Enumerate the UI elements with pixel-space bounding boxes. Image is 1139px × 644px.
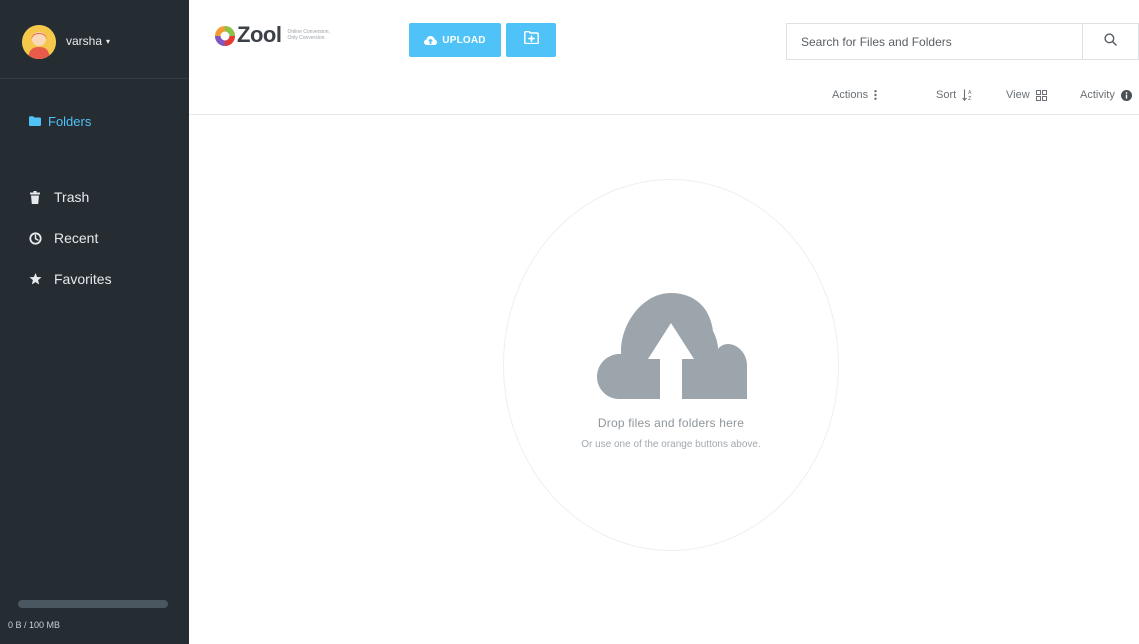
caret-down-icon: ▾ (106, 37, 111, 46)
actions-button[interactable]: Actions (832, 89, 877, 101)
activity-button[interactable]: Activity (1080, 89, 1132, 101)
sort-button[interactable]: Sort AZ (936, 89, 973, 101)
info-icon (1120, 89, 1132, 101)
avatar[interactable] (22, 25, 56, 59)
logo-brand: Zool (237, 22, 282, 47)
sort-label: Sort (936, 89, 957, 101)
actions-label: Actions (832, 89, 869, 101)
user-menu[interactable]: varsha ▾ (0, 0, 189, 79)
svg-text:Z: Z (968, 96, 972, 101)
logo[interactable]: Zool Online Conversion, Only Conversion. (214, 23, 337, 51)
grid-view-icon (1035, 89, 1047, 101)
dropzone-subtitle: Or use one of the orange buttons above. (581, 439, 761, 450)
sidebar-item-recent[interactable]: Recent (0, 224, 189, 252)
star-icon (28, 272, 42, 286)
storage-usage-text: 0 B / 100 MB (8, 620, 61, 630)
sidebar: varsha ▾ Folders Trash Recent Favorites 0… (0, 0, 189, 644)
sidebar-item-label: Recent (54, 230, 99, 246)
toolbar: Actions Sort AZ View Activity (189, 79, 1139, 115)
upload-button[interactable]: UPLOAD (409, 23, 501, 57)
sidebar-item-label: Favorites (54, 271, 112, 287)
folder-icon (28, 114, 42, 128)
view-label: View (1006, 89, 1030, 101)
search-button[interactable] (1082, 24, 1138, 59)
sidebar-item-folders[interactable]: Folders (0, 107, 189, 135)
sidebar-item-label: Folders (48, 113, 92, 129)
search-box (786, 23, 1139, 60)
zool-logo-icon (214, 25, 236, 47)
sidebar-item-label: Trash (54, 189, 90, 205)
clock-icon (28, 231, 42, 245)
sidebar-item-trash[interactable]: Trash (0, 183, 189, 211)
search-input[interactable] (787, 24, 1082, 59)
logo-tagline: Online Conversion, Only Conversion. (287, 29, 330, 41)
cloud-upload-icon (424, 35, 438, 45)
trash-icon (28, 190, 42, 204)
more-vertical-icon (874, 90, 877, 100)
view-button[interactable]: View (1006, 89, 1047, 101)
cloud-upload-icon (597, 293, 747, 404)
user-name-label: varsha (66, 34, 103, 48)
dropzone-title: Drop files and folders here (597, 416, 745, 430)
activity-label: Activity (1080, 89, 1115, 101)
new-folder-button[interactable] (506, 23, 556, 57)
new-folder-icon (523, 30, 539, 49)
storage-progress-bar (18, 600, 168, 608)
user-name[interactable]: varsha ▾ (66, 34, 110, 48)
sort-alpha-icon: AZ (962, 89, 973, 101)
search-icon (1104, 32, 1117, 51)
upload-button-label: UPLOAD (442, 34, 486, 46)
sidebar-item-favorites[interactable]: Favorites (0, 265, 189, 293)
